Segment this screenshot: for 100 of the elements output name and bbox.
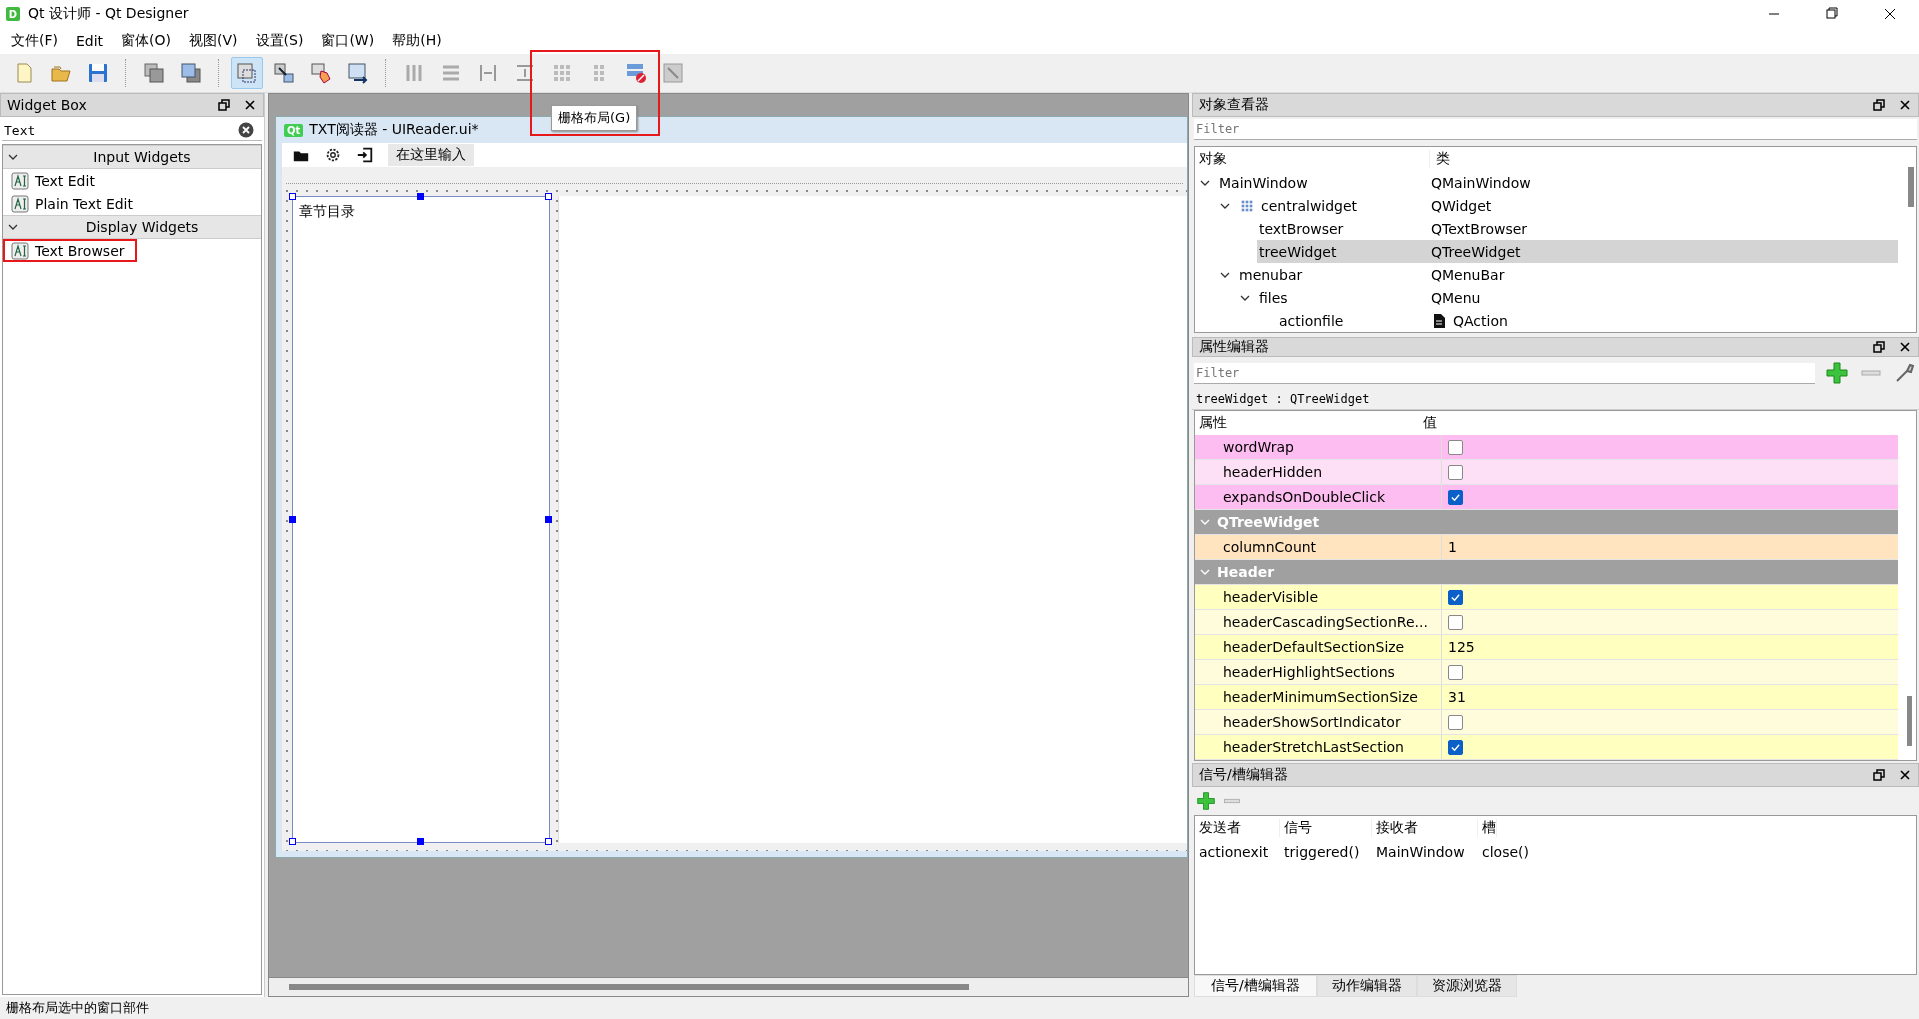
checkbox[interactable] [1448,664,1463,680]
property-name: wordWrap [1223,439,1294,455]
checkbox[interactable] [1448,439,1463,455]
exit-icon[interactable] [356,146,374,164]
property-row[interactable]: headerDefaultSectionSize 125 [1195,635,1898,660]
property-name: expandsOnDoubleClick [1223,489,1386,505]
menu-item[interactable]: 设置(S) [246,30,313,52]
tree-widget[interactable]: 章节目录 [292,196,550,843]
front-icon[interactable] [179,61,203,85]
float-icon[interactable] [1872,98,1886,112]
property-row[interactable]: wordWrap [1195,435,1898,460]
tab-order-icon[interactable] [346,61,370,85]
close-icon[interactable] [1898,768,1912,782]
column-header[interactable]: 属性 [1195,411,1417,435]
property-row[interactable]: headerCascadingSectionRe... [1195,610,1898,635]
category-header[interactable]: Input Widgets [3,145,261,169]
selection-handle[interactable] [289,515,296,523]
save-icon[interactable] [86,61,110,85]
column-header[interactable]: 发送者 [1195,819,1280,837]
tree-item[interactable]: menubar [1237,263,1425,286]
gear-icon[interactable] [324,146,342,164]
tooltip: 栅格布局(G) [551,105,638,131]
property-row[interactable]: headerMinimumSectionSize 31 [1195,685,1898,710]
group-name: Header [1217,564,1275,580]
property-value[interactable]: 1 [1448,539,1457,555]
menu-placeholder[interactable]: 在这里输入 [388,144,474,166]
selection-handle[interactable] [417,193,424,200]
column-header[interactable]: 值 [1417,414,1437,432]
property-value[interactable]: 31 [1448,689,1466,705]
checkbox[interactable] [1448,614,1463,630]
class-name: QTreeWidget [1431,243,1521,260]
group-name: QTreeWidget [1217,514,1320,530]
selection-handle[interactable] [545,838,552,845]
tab[interactable]: 动作编辑器 [1316,975,1417,997]
close-icon[interactable] [1898,340,1912,354]
selection-handle[interactable] [289,838,296,845]
tree-item[interactable]: centralwidget [1237,194,1425,217]
float-icon[interactable] [217,98,231,112]
column-header[interactable]: 信号 [1280,819,1372,837]
checkbox[interactable] [1448,589,1463,605]
tab[interactable]: 信号/槽编辑器 [1194,975,1317,997]
scrollbar-thumb[interactable] [1907,696,1912,746]
checkbox[interactable] [1448,489,1463,505]
property-row[interactable]: expandsOnDoubleClick [1195,485,1898,510]
clear-icon[interactable] [238,122,254,138]
property-row[interactable]: headerHighlightSections [1195,660,1898,685]
checkbox[interactable] [1448,739,1463,755]
category-header[interactable]: Display Widgets [3,215,261,239]
widget-item[interactable]: Text Edit [3,169,107,192]
menu-item[interactable]: 窗口(W) [312,30,384,52]
property-row[interactable]: columnCount 1 [1195,535,1898,560]
signal-edit-icon[interactable] [272,61,296,85]
close-icon[interactable] [1898,98,1912,112]
add-icon[interactable] [1196,791,1216,811]
back-icon[interactable] [142,61,166,85]
window-title: Qt 设计师 - Qt Designer [28,5,190,23]
menu-item[interactable]: 窗体(O) [112,30,181,52]
menu-item[interactable]: 文件(F) [2,30,67,52]
property-row[interactable]: headerStretchLastSection [1195,735,1898,760]
menu-item[interactable]: 视图(V) [180,30,247,52]
property-value[interactable]: 125 [1448,639,1475,655]
text-widget-icon[interactable] [11,171,29,190]
property-row[interactable]: headerHidden [1195,460,1898,485]
add-icon[interactable] [1825,361,1849,385]
column-header[interactable]: 接收者 [1372,819,1478,837]
float-icon[interactable] [1872,340,1886,354]
selection-handle[interactable] [289,193,296,200]
scrollbar-thumb[interactable] [1908,167,1914,207]
menu-item[interactable]: Edit [67,31,113,51]
widget-edit-icon[interactable] [235,61,259,85]
selection-handle[interactable] [545,193,552,200]
close-icon[interactable] [243,98,257,112]
tree-item[interactable]: treeWidget [1257,240,1425,263]
break-layout-icon[interactable] [624,61,648,85]
property-name: headerDefaultSectionSize [1223,639,1405,655]
widget-item[interactable]: Text Browser [3,239,137,262]
property-row[interactable]: headerShowSortIndicator [1195,710,1898,735]
tree-item[interactable]: MainWindow [1217,171,1425,194]
column-header[interactable]: 类 [1430,150,1450,168]
menu-item[interactable]: 帮助(H) [383,30,451,52]
tree-item[interactable]: textBrowser [1257,217,1425,240]
tag-icon[interactable] [309,61,333,85]
checkbox[interactable] [1448,464,1463,480]
tree-item[interactable]: actionfile [1277,309,1425,332]
selection-handle[interactable] [417,838,424,845]
checkbox[interactable] [1448,714,1463,730]
scrollbar-thumb[interactable] [289,984,969,990]
text-widget-icon[interactable] [11,241,29,260]
search-field[interactable]: Text [2,120,262,141]
resize-icon[interactable] [661,61,685,85]
column-header[interactable]: 对象 [1195,150,1430,168]
widget-item[interactable]: Plain Text Edit [3,192,145,215]
class-name: QTextBrowser [1431,220,1528,237]
float-icon[interactable] [1872,768,1886,782]
column-header[interactable]: 槽 [1478,819,1497,837]
text-widget-icon[interactable] [11,194,29,213]
tab[interactable]: 资源浏览器 [1416,975,1517,997]
selection-handle[interactable] [545,515,552,523]
property-row[interactable]: headerVisible [1195,585,1898,610]
tree-item[interactable]: files [1257,286,1425,309]
